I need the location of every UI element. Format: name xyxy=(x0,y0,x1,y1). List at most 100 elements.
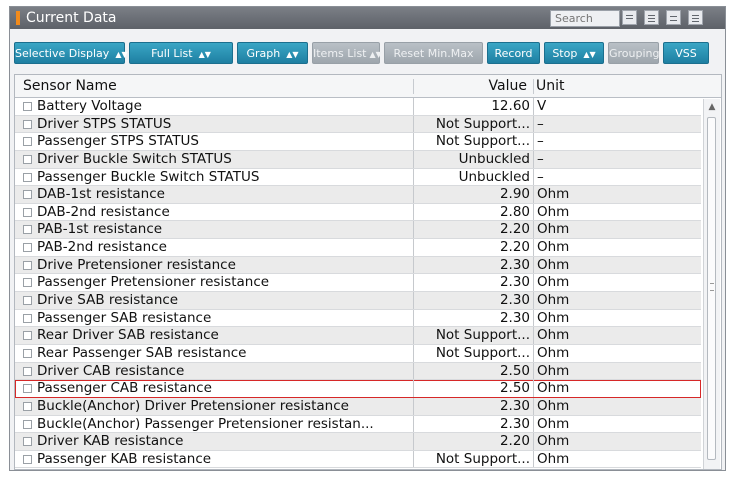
table-row[interactable]: Passenger Pretensioner resistance 2.30 Ohm xyxy=(15,274,701,293)
row-checkbox[interactable] xyxy=(23,278,32,288)
table-row[interactable]: Passenger KAB resistance Not Support... Oh… xyxy=(15,450,701,469)
value-cell: 2.30 xyxy=(499,309,530,326)
reset-min-max-button[interactable]: Reset Min.Max xyxy=(384,42,483,64)
row-checkbox[interactable] xyxy=(23,154,32,164)
unit-cell: Ohm xyxy=(537,203,570,220)
value-cell: 2.30 xyxy=(499,274,530,291)
row-checkbox[interactable] xyxy=(23,260,32,270)
table-row[interactable]: Driver Buckle Switch STATUS Unbuckled – xyxy=(15,150,701,169)
full-list-button[interactable]: Full List ▲▼ xyxy=(129,42,233,64)
row-checkbox[interactable] xyxy=(23,401,32,411)
row-checkbox[interactable] xyxy=(23,172,32,182)
table-row[interactable]: PAB-1st resistance 2.20 Ohm xyxy=(15,221,701,240)
table-row[interactable]: Rear Driver SAB resistance Not Support...… xyxy=(15,327,701,345)
table-row[interactable]: Rear Passenger SAB resistance Not Support… xyxy=(15,344,701,363)
row-checkbox[interactable] xyxy=(23,437,32,447)
cell-divider xyxy=(413,450,414,468)
cell-divider xyxy=(533,450,534,468)
row-checkbox[interactable] xyxy=(23,243,32,253)
table-row[interactable]: Driver CAB resistance 2.50 Ohm xyxy=(15,362,701,381)
cell-divider xyxy=(413,239,414,256)
table-row[interactable]: Driver STPS STATUS Not Support... – xyxy=(15,115,701,134)
cell-divider xyxy=(413,186,414,203)
items-list-label: Items List xyxy=(313,47,367,60)
search-icon[interactable] xyxy=(622,10,637,25)
row-checkbox[interactable] xyxy=(23,296,32,306)
sensor-name-cell: Driver Buckle Switch STATUS xyxy=(37,150,232,167)
row-checkbox[interactable] xyxy=(23,419,32,429)
record-button[interactable]: Record xyxy=(487,42,540,64)
print-icon[interactable] xyxy=(666,10,681,25)
table-row[interactable]: Passenger STPS STATUS Not Support... – xyxy=(15,133,701,151)
cell-divider xyxy=(413,362,414,380)
table-row[interactable]: DAB-1st resistance 2.90 Ohm xyxy=(15,186,701,204)
table-row[interactable]: Battery Voltage 12.60 V xyxy=(15,98,701,116)
row-checkbox[interactable] xyxy=(23,384,32,394)
graph-button[interactable]: Graph ▲▼ xyxy=(237,42,308,64)
scroll-up-arrow-icon[interactable]: ▲ xyxy=(707,102,717,112)
sensor-name-cell: Driver STPS STATUS xyxy=(37,115,172,132)
value-cell: 2.30 xyxy=(499,292,530,309)
value-cell: Unbuckled xyxy=(458,168,530,185)
sensor-name-cell: Rear Passenger SAB resistance xyxy=(37,344,247,361)
table-row[interactable]: Buckle(Anchor) Driver Pretensioner resis… xyxy=(15,397,701,416)
cell-divider xyxy=(413,203,414,221)
cell-divider xyxy=(413,309,414,327)
unit-cell: Ohm xyxy=(537,362,570,379)
row-checkbox[interactable] xyxy=(23,137,32,147)
scroll-grip-icon xyxy=(710,283,714,291)
table-row[interactable]: Drive Pretensioner resistance 2.30 Ohm xyxy=(15,256,701,275)
unit-cell: Ohm xyxy=(537,450,570,467)
updown-icon: ▲▼ xyxy=(115,50,128,59)
list-view-icon[interactable] xyxy=(644,10,659,25)
selective-display-button[interactable]: Selective Display ▲▼ xyxy=(14,42,128,64)
cell-divider xyxy=(533,115,534,133)
table-row[interactable]: Passenger CAB resistance 2.50 Ohm xyxy=(15,380,701,398)
unit-cell: Ohm xyxy=(537,380,570,397)
table-row[interactable]: Drive SAB resistance 2.30 Ohm xyxy=(15,292,701,310)
column-header-unit[interactable]: Unit xyxy=(536,78,565,94)
unit-cell: Ohm xyxy=(537,186,570,203)
table-row[interactable]: PAB-2nd resistance 2.20 Ohm xyxy=(15,239,701,257)
cell-divider xyxy=(533,415,534,433)
row-checkbox[interactable] xyxy=(23,190,32,200)
row-checkbox[interactable] xyxy=(23,454,32,464)
cell-divider xyxy=(533,292,534,309)
cell-divider xyxy=(533,133,534,150)
cell-divider xyxy=(533,150,534,168)
sensor-name-cell: Passenger CAB resistance xyxy=(37,380,212,397)
cell-divider xyxy=(533,397,534,415)
sensor-name-cell: Passenger Buckle Switch STATUS xyxy=(37,168,260,185)
menu-icon[interactable] xyxy=(688,10,703,25)
vertical-scrollbar[interactable]: ▲ xyxy=(703,99,720,469)
scroll-thumb[interactable] xyxy=(707,117,716,460)
row-checkbox[interactable] xyxy=(23,119,32,129)
table-row[interactable]: Passenger Buckle Switch STATUS Unbuckled – xyxy=(15,168,701,187)
grouping-button[interactable]: Grouping xyxy=(608,42,660,64)
row-checkbox[interactable] xyxy=(23,348,32,358)
table-row[interactable]: DAB-2nd resistance 2.80 Ohm xyxy=(15,203,701,222)
stop-button[interactable]: Stop ▲▼ xyxy=(544,42,604,64)
value-cell: Not Support... xyxy=(435,133,530,150)
row-checkbox[interactable] xyxy=(23,331,32,341)
column-divider[interactable] xyxy=(533,79,534,94)
column-header-sensor-name[interactable]: Sensor Name xyxy=(23,78,117,94)
column-header-value[interactable]: Value xyxy=(417,78,527,94)
vss-button[interactable]: VSS xyxy=(663,42,709,64)
table-row[interactable]: Buckle(Anchor) Passenger Pretensioner re… xyxy=(15,415,701,434)
cell-divider xyxy=(413,274,414,292)
items-list-button[interactable]: Items List ▲▼ xyxy=(312,42,382,64)
row-checkbox[interactable] xyxy=(23,102,32,111)
value-cell: 2.20 xyxy=(499,239,530,256)
table-row[interactable]: Passenger SAB resistance 2.30 Ohm xyxy=(15,309,701,328)
table-row[interactable]: Driver KAB resistance 2.20 Ohm xyxy=(15,433,701,451)
sensor-name-cell: Drive SAB resistance xyxy=(37,292,179,309)
row-checkbox[interactable] xyxy=(23,207,32,217)
row-checkbox[interactable] xyxy=(23,366,32,376)
value-cell: 2.20 xyxy=(499,433,530,450)
value-cell: 2.50 xyxy=(499,380,530,397)
row-checkbox[interactable] xyxy=(23,313,32,323)
column-divider[interactable] xyxy=(413,79,414,94)
search-input[interactable] xyxy=(550,10,620,27)
row-checkbox[interactable] xyxy=(23,225,32,235)
